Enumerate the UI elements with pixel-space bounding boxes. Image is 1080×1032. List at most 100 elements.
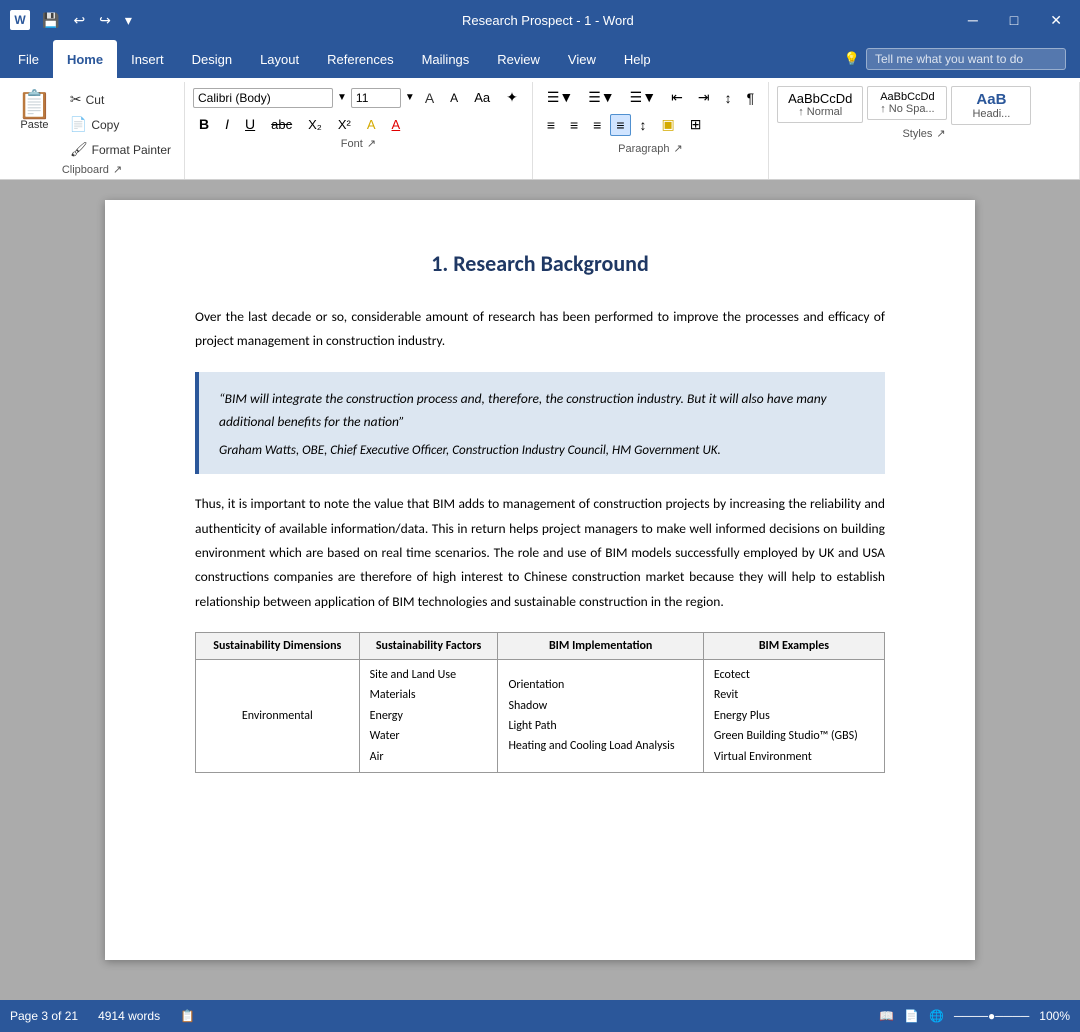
highlight-button[interactable]: A	[361, 114, 382, 135]
style-normal-text: AaBbCcDd	[788, 91, 852, 106]
menu-file[interactable]: File	[4, 40, 53, 78]
clipboard-label: Clipboard ↗	[8, 161, 176, 180]
paste-icon: 📋	[17, 91, 52, 119]
window-controls: ─ □ ✕	[960, 8, 1070, 33]
section-heading: 1. Research Background	[195, 250, 885, 277]
page-info: Page 3 of 21	[10, 1009, 78, 1023]
menu-mailings[interactable]: Mailings	[408, 40, 484, 78]
font-label: Font ↗	[193, 135, 524, 154]
quote-attribution: Graham Watts, OBE, Chief Executive Offic…	[219, 443, 865, 458]
font-name-input[interactable]	[193, 88, 333, 108]
clipboard-expand-icon[interactable]: ↗	[113, 163, 122, 176]
strikethrough-button[interactable]: abc	[265, 114, 298, 135]
font-name-dropdown-icon[interactable]: ▼	[337, 92, 347, 103]
styles-label-text: Styles	[902, 128, 932, 140]
superscript-button[interactable]: X²	[332, 114, 357, 135]
paragraph-label: Paragraph ↗	[541, 140, 760, 159]
view-web-button[interactable]: 🌐	[929, 1009, 944, 1023]
style-heading-label: Headi...	[962, 108, 1020, 120]
menu-layout[interactable]: Layout	[246, 40, 313, 78]
align-center-button[interactable]: ≡	[564, 114, 584, 136]
menu-view[interactable]: View	[554, 40, 610, 78]
style-nospace[interactable]: AaBbCcDd ↑ No Spa...	[867, 86, 947, 120]
align-right-button[interactable]: ≡	[587, 114, 607, 136]
justify-button[interactable]: ≡	[610, 114, 630, 136]
tell-me-input[interactable]	[866, 48, 1066, 70]
cut-button[interactable]: ✂ Cut	[65, 88, 176, 111]
restore-button[interactable]: □	[1002, 8, 1026, 32]
font-size-dropdown-icon[interactable]: ▼	[405, 92, 415, 103]
title-bar-left: W 💾 ↩ ↪ ▾	[10, 10, 136, 31]
cell-factors: Site and Land UseMaterialsEnergyWaterAir	[359, 659, 498, 772]
styles-section: AaBbCcDd ↑ Normal AaBbCcDd ↑ No Spa... A…	[769, 82, 1080, 179]
borders-button[interactable]: ⊞	[684, 113, 708, 136]
line-spacing-button[interactable]: ↕	[634, 114, 653, 136]
case-button[interactable]: Aa	[468, 87, 496, 108]
menu-design[interactable]: Design	[178, 40, 246, 78]
language-icon: 📋	[180, 1009, 195, 1023]
sustainability-table: Sustainability Dimensions Sustainability…	[195, 632, 885, 773]
format-painter-label: Format Painter	[92, 143, 171, 157]
paste-button[interactable]: 📋 Paste	[8, 86, 61, 136]
font-color-button[interactable]: A	[386, 114, 407, 135]
format-painter-icon: 🖌	[70, 141, 88, 158]
shrink-font-button[interactable]: A	[444, 88, 464, 108]
font-row1: ▼ ▼ A A Aa ✦	[193, 86, 524, 109]
para-row1: ☰▼ ☰▼ ☰▼ ⇤ ⇥ ↕ ¶	[541, 86, 760, 109]
menu-insert[interactable]: Insert	[117, 40, 178, 78]
font-row2: B I U abc X₂ X² A A	[193, 113, 524, 135]
menu-bar: File Home Insert Design Layout Reference…	[0, 40, 1080, 78]
bullets-button[interactable]: ☰▼	[541, 86, 579, 109]
minimize-button[interactable]: ─	[960, 8, 986, 32]
sort-button[interactable]: ↕	[719, 87, 738, 109]
save-button[interactable]: 💾	[38, 10, 63, 31]
subscript-button[interactable]: X₂	[302, 114, 328, 135]
lightbulb-icon: 💡	[844, 51, 860, 67]
decrease-indent-button[interactable]: ⇤	[665, 86, 689, 109]
close-button[interactable]: ✕	[1042, 8, 1070, 33]
styles-expand-icon[interactable]: ↗	[936, 127, 945, 140]
document-page[interactable]: 1. Research Background Over the last dec…	[105, 200, 975, 960]
ribbon: 📋 Paste ✂ Cut 📄 Copy 🖌 Format Painter	[0, 78, 1080, 180]
redo-button[interactable]: ↪	[95, 10, 115, 31]
menu-references[interactable]: References	[313, 40, 407, 78]
menu-review[interactable]: Review	[483, 40, 554, 78]
view-read-button[interactable]: 📖	[879, 1009, 894, 1023]
copy-button[interactable]: 📄 Copy	[65, 113, 176, 136]
clipboard-actions: ✂ Cut 📄 Copy 🖌 Format Painter	[65, 86, 176, 161]
word-count: 4914 words	[98, 1009, 160, 1023]
paragraph-expand-icon[interactable]: ↗	[674, 142, 683, 155]
view-print-button[interactable]: 📄	[904, 1009, 919, 1023]
font-expand-icon[interactable]: ↗	[367, 137, 376, 150]
numbering-button[interactable]: ☰▼	[582, 86, 620, 109]
cut-label: Cut	[86, 93, 105, 107]
italic-button[interactable]: I	[219, 113, 235, 135]
underline-button[interactable]: U	[239, 113, 261, 135]
align-left-button[interactable]: ≡	[541, 114, 561, 136]
status-right: 📖 📄 🌐 ────●──── 100%	[879, 1009, 1070, 1023]
col-header-examples: BIM Examples	[703, 632, 884, 659]
menu-help[interactable]: Help	[610, 40, 665, 78]
shading-button[interactable]: ▣	[656, 113, 681, 136]
style-normal[interactable]: AaBbCcDd ↑ Normal	[777, 86, 863, 123]
font-section: ▼ ▼ A A Aa ✦ B I U abc X₂ X² A A Font ↗	[185, 82, 533, 179]
font-size-input[interactable]	[351, 88, 401, 108]
clear-formatting-button[interactable]: ✦	[500, 86, 524, 109]
multilevel-button[interactable]: ☰▼	[624, 86, 662, 109]
style-nospace-text: AaBbCcDd	[878, 91, 936, 103]
more-button[interactable]: ▾	[121, 10, 136, 31]
paragraph-1: Over the last decade or so, considerable…	[195, 305, 885, 354]
bold-button[interactable]: B	[193, 113, 215, 135]
scissors-icon: ✂	[70, 91, 82, 108]
increase-indent-button[interactable]: ⇥	[692, 86, 716, 109]
undo-button[interactable]: ↩	[69, 10, 89, 31]
table-row: Environmental Site and Land UseMaterials…	[196, 659, 885, 772]
style-heading[interactable]: AaB Headi...	[951, 86, 1031, 125]
show-marks-button[interactable]: ¶	[741, 87, 761, 109]
cell-dimension: Environmental	[196, 659, 360, 772]
cell-examples: EcotectRevitEnergy PlusGreen Building St…	[703, 659, 884, 772]
zoom-slider[interactable]: ────●────	[954, 1009, 1029, 1023]
format-painter-button[interactable]: 🖌 Format Painter	[65, 138, 176, 161]
menu-home[interactable]: Home	[53, 40, 117, 78]
grow-font-button[interactable]: A	[419, 87, 440, 109]
